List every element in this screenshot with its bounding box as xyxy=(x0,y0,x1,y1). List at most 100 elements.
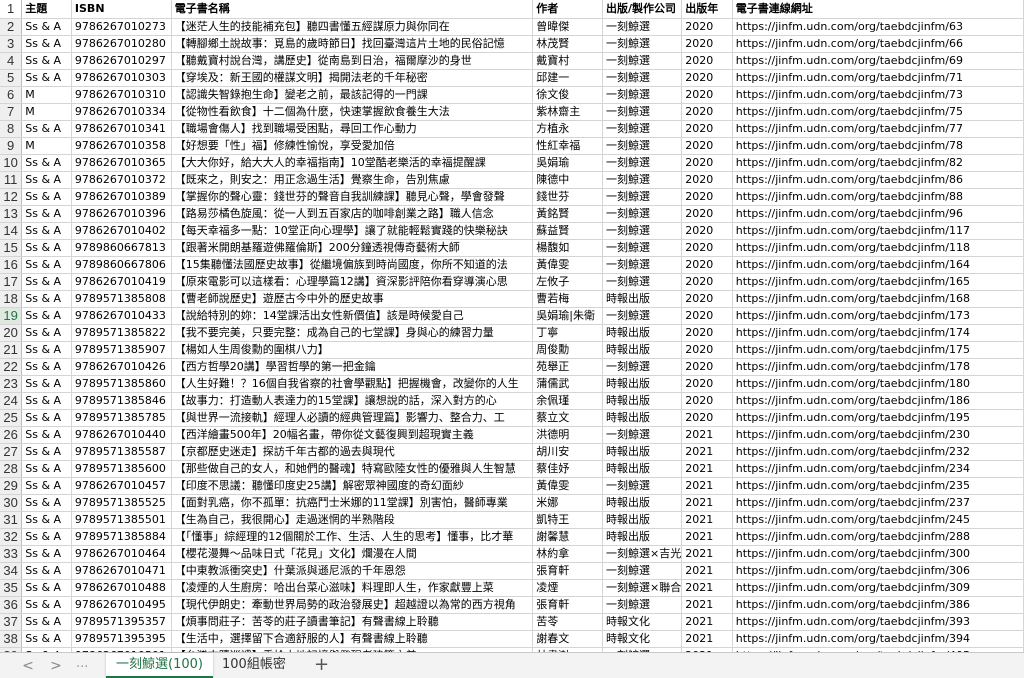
publisher-cell[interactable]: 時報出版 xyxy=(602,341,683,359)
url-cell[interactable]: https://jinfm.udn.com/org/taebdcjinfm/28… xyxy=(732,528,1024,546)
url-cell[interactable]: https://jinfm.udn.com/org/taebdcjinfm/18… xyxy=(732,392,1024,410)
year-cell[interactable]: 2020 xyxy=(681,171,733,189)
publisher-cell[interactable]: 一刻鯨選 xyxy=(602,137,683,155)
url-cell[interactable]: https://jinfm.udn.com/org/taebdcjinfm/82 xyxy=(732,154,1024,172)
tab-sheet-2[interactable]: 100組帳密 xyxy=(212,653,296,678)
author-cell[interactable]: 凱特王 xyxy=(532,511,604,529)
author-cell[interactable]: 楊馥如 xyxy=(532,239,604,257)
url-cell[interactable]: https://jinfm.udn.com/org/taebdcjinfm/17… xyxy=(732,324,1024,342)
url-cell[interactable]: https://jinfm.udn.com/org/taebdcjinfm/66 xyxy=(732,35,1024,53)
publisher-cell[interactable]: 時報出版 xyxy=(602,494,683,512)
author-cell[interactable]: 苑舉正 xyxy=(532,358,604,376)
author-cell[interactable]: 凌煙 xyxy=(532,579,604,597)
title-cell[interactable]: 【西方哲學20講】學習哲學的第一把金鑰 xyxy=(171,358,534,376)
title-cell[interactable]: 【與世界一流接軌】經理人必讀的經典管理篇】影響力、整合力、工 xyxy=(171,409,534,427)
url-cell[interactable]: https://jinfm.udn.com/org/taebdcjinfm/86 xyxy=(732,171,1024,189)
author-cell[interactable]: 胡川安 xyxy=(532,443,604,461)
author-cell[interactable]: 徐文俊 xyxy=(532,86,604,104)
title-cell[interactable]: 【轉腳鄉土說故事：覓島的歲時節日】找回臺灣這片土地的民俗記憶 xyxy=(171,35,534,53)
title-cell[interactable]: 【印度不思議：聽懂印度史25講】解密眾神國度的奇幻面紗 xyxy=(171,477,534,495)
isbn-cell[interactable]: 9786267010358 xyxy=(71,137,172,155)
year-cell[interactable]: 2020 xyxy=(681,273,733,291)
topic-cell[interactable]: Ss & A xyxy=(21,443,72,461)
topic-cell[interactable]: Ss & A xyxy=(21,171,72,189)
year-cell[interactable]: 2020 xyxy=(681,103,733,121)
spreadsheet-grid[interactable]: 1 主題 ISBN 電子書名稱 作者 出版/製作公司 出版年 電子書連線網址 2… xyxy=(0,0,1024,652)
author-cell[interactable]: 邱建一 xyxy=(532,69,604,87)
isbn-cell[interactable]: 9789571385860 xyxy=(71,375,172,393)
year-cell[interactable]: 2021 xyxy=(681,477,733,495)
url-cell[interactable]: https://jinfm.udn.com/org/taebdcjinfm/23… xyxy=(732,494,1024,512)
url-cell[interactable]: https://jinfm.udn.com/org/taebdcjinfm/19… xyxy=(732,409,1024,427)
year-cell[interactable]: 2021 xyxy=(681,596,733,614)
row-number[interactable]: 14 xyxy=(0,222,23,240)
author-cell[interactable]: 蒲儒武 xyxy=(532,375,604,393)
topic-cell[interactable]: Ss & A xyxy=(21,239,72,257)
publisher-cell[interactable]: 一刻鯨選×吉光 xyxy=(602,545,683,563)
url-cell[interactable]: https://jinfm.udn.com/org/taebdcjinfm/96 xyxy=(732,205,1024,223)
publisher-cell[interactable]: 時報出版 xyxy=(602,375,683,393)
publisher-cell[interactable]: 一刻鯨選 xyxy=(602,69,683,87)
url-cell[interactable]: https://jinfm.udn.com/org/taebdcjinfm/11… xyxy=(732,222,1024,240)
header-author[interactable]: 作者 xyxy=(532,0,604,19)
title-cell[interactable]: 【路易莎橘色旋風：從一人到五百家店的咖啡創業之路】職人信念 xyxy=(171,205,534,223)
title-cell[interactable]: 【曹老師說歷史】遊歷古今中外的歷史故事 xyxy=(171,290,534,308)
row-number[interactable]: 7 xyxy=(0,103,23,121)
author-cell[interactable]: 蔡立文 xyxy=(532,409,604,427)
topic-cell[interactable]: M xyxy=(21,103,72,121)
title-cell[interactable]: 【西洋繪畫500年】20幅名畫，帶你從文藝復興到超現實主義 xyxy=(171,426,534,444)
author-cell[interactable]: 張育軒 xyxy=(532,562,604,580)
row-number[interactable]: 22 xyxy=(0,358,23,376)
url-cell[interactable]: https://jinfm.udn.com/org/taebdcjinfm/17… xyxy=(732,307,1024,325)
row-number[interactable]: 12 xyxy=(0,188,23,206)
author-cell[interactable]: 戴寶村 xyxy=(532,52,604,70)
topic-cell[interactable]: Ss & A xyxy=(21,392,72,410)
url-cell[interactable]: https://jinfm.udn.com/org/taebdcjinfm/11… xyxy=(732,239,1024,257)
publisher-cell[interactable]: 一刻鯨選 xyxy=(602,426,683,444)
url-cell[interactable]: https://jinfm.udn.com/org/taebdcjinfm/17… xyxy=(732,341,1024,359)
year-cell[interactable]: 2021 xyxy=(681,545,733,563)
year-cell[interactable]: 2021 xyxy=(681,426,733,444)
year-cell[interactable]: 2021 xyxy=(681,443,733,461)
url-cell[interactable]: https://jinfm.udn.com/org/taebdcjinfm/16… xyxy=(732,256,1024,274)
author-cell[interactable]: 左攸子 xyxy=(532,273,604,291)
topic-cell[interactable]: Ss & A xyxy=(21,222,72,240)
year-cell[interactable]: 2020 xyxy=(681,69,733,87)
isbn-cell[interactable]: 9789860667813 xyxy=(71,239,172,257)
topic-cell[interactable]: Ss & A xyxy=(21,154,72,172)
isbn-cell[interactable]: 9786267010402 xyxy=(71,222,172,240)
publisher-cell[interactable]: 一刻鯨選 xyxy=(602,86,683,104)
row-number[interactable]: 33 xyxy=(0,545,23,563)
tab-sheet-1[interactable]: 一刻鯨選(100) xyxy=(106,653,213,678)
author-cell[interactable]: 黃偉雯 xyxy=(532,256,604,274)
prev-sheet-icon[interactable]: < xyxy=(18,657,38,675)
title-cell[interactable]: 【中東教派衝突史】什葉派與遜尼派的千年恩怨 xyxy=(171,562,534,580)
publisher-cell[interactable]: 一刻鯨選 xyxy=(602,18,683,36)
isbn-cell[interactable]: 9786267010464 xyxy=(71,545,172,563)
year-cell[interactable]: 2020 xyxy=(681,239,733,257)
year-cell[interactable]: 2021 xyxy=(681,511,733,529)
author-cell[interactable]: 方植永 xyxy=(532,120,604,138)
year-cell[interactable]: 2021 xyxy=(681,494,733,512)
author-cell[interactable]: 紫林齋主 xyxy=(532,103,604,121)
year-cell[interactable]: 2020 xyxy=(681,18,733,36)
title-cell[interactable]: 【認識失智錄抱生命】變老之前，最該記得的一門課 xyxy=(171,86,534,104)
title-cell[interactable]: 【15集聽懂法國歷史故事】從繼境偏族到時尚國度，你所不知道的法 xyxy=(171,256,534,274)
publisher-cell[interactable]: 時報出版 xyxy=(602,324,683,342)
row-number[interactable]: 13 xyxy=(0,205,23,223)
author-cell[interactable]: 曾暐傑 xyxy=(532,18,604,36)
topic-cell[interactable]: Ss & A xyxy=(21,426,72,444)
isbn-cell[interactable]: 9789571385525 xyxy=(71,494,172,512)
year-cell[interactable]: 2020 xyxy=(681,154,733,172)
row-number[interactable]: 25 xyxy=(0,409,23,427)
publisher-cell[interactable]: 一刻鯨選 xyxy=(602,239,683,257)
row-number[interactable]: 26 xyxy=(0,426,23,444)
year-cell[interactable]: 2020 xyxy=(681,290,733,308)
row-number[interactable]: 10 xyxy=(0,154,23,172)
topic-cell[interactable]: Ss & A xyxy=(21,324,72,342)
publisher-cell[interactable]: 一刻鯨選 xyxy=(602,188,683,206)
year-cell[interactable]: 2021 xyxy=(681,613,733,631)
row-number[interactable]: 32 xyxy=(0,528,23,546)
title-cell[interactable]: 【從物性看飲食】十二個為什麼，快速掌握飲食養生大法 xyxy=(171,103,534,121)
header-publisher[interactable]: 出版/製作公司 xyxy=(602,0,683,19)
